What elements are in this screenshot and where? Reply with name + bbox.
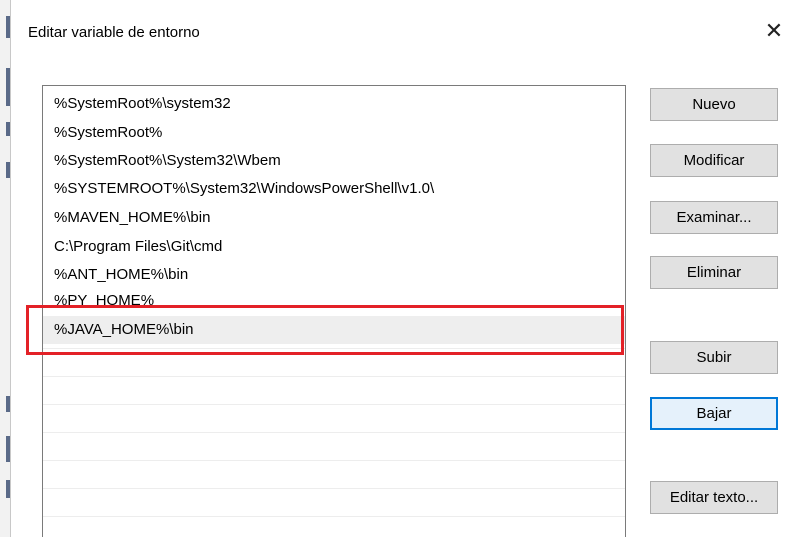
edge-mark xyxy=(6,122,10,136)
edit-text-button[interactable]: Editar texto... xyxy=(650,481,778,514)
edge-mark xyxy=(6,68,10,106)
move-up-button[interactable]: Subir xyxy=(650,341,778,374)
list-item[interactable]: %SystemRoot%\system32 xyxy=(43,90,625,118)
list-item[interactable]: %SystemRoot%\System32\Wbem xyxy=(43,147,625,175)
edge-mark xyxy=(6,396,10,412)
list-item[interactable]: C:\Program Files\Git\cmd xyxy=(43,233,625,261)
dialog-title: Editar variable de entorno xyxy=(28,24,200,41)
list-item[interactable]: %SYSTEMROOT%\System32\WindowsPowerShell\… xyxy=(43,175,625,203)
background-window-edge xyxy=(0,0,11,537)
list-item[interactable]: %ANT_HOME%\bin xyxy=(43,261,625,289)
new-button[interactable]: Nuevo xyxy=(650,88,778,121)
empty-list-row xyxy=(43,460,625,488)
edit-button[interactable]: Modificar xyxy=(650,144,778,177)
list-item[interactable]: %MAVEN_HOME%\bin xyxy=(43,204,625,232)
delete-button[interactable]: Eliminar xyxy=(650,256,778,289)
edge-mark xyxy=(6,436,10,462)
empty-list-row xyxy=(43,516,625,537)
empty-list-row xyxy=(43,488,625,516)
path-list[interactable]: %SystemRoot%\system32 %SystemRoot% %Syst… xyxy=(42,85,626,537)
close-icon: ✕ xyxy=(764,18,784,43)
edge-mark xyxy=(6,16,10,38)
close-button[interactable]: ✕ xyxy=(754,14,794,48)
empty-list-row xyxy=(43,432,625,460)
list-item[interactable]: %PY_HOME% xyxy=(43,287,625,307)
edit-env-variable-dialog: Editar variable de entorno ✕ %SystemRoot… xyxy=(0,0,794,537)
empty-list-row xyxy=(43,348,625,376)
empty-list-row xyxy=(43,404,625,432)
edge-mark xyxy=(6,480,10,498)
empty-list-row xyxy=(43,376,625,404)
move-down-button[interactable]: Bajar xyxy=(650,397,778,430)
list-item[interactable]: %SystemRoot% xyxy=(43,119,625,147)
title-bar: Editar variable de entorno ✕ xyxy=(11,0,794,66)
edge-mark xyxy=(6,162,10,178)
list-item-selected[interactable]: %JAVA_HOME%\bin xyxy=(43,316,625,344)
browse-button[interactable]: Examinar... xyxy=(650,201,778,234)
